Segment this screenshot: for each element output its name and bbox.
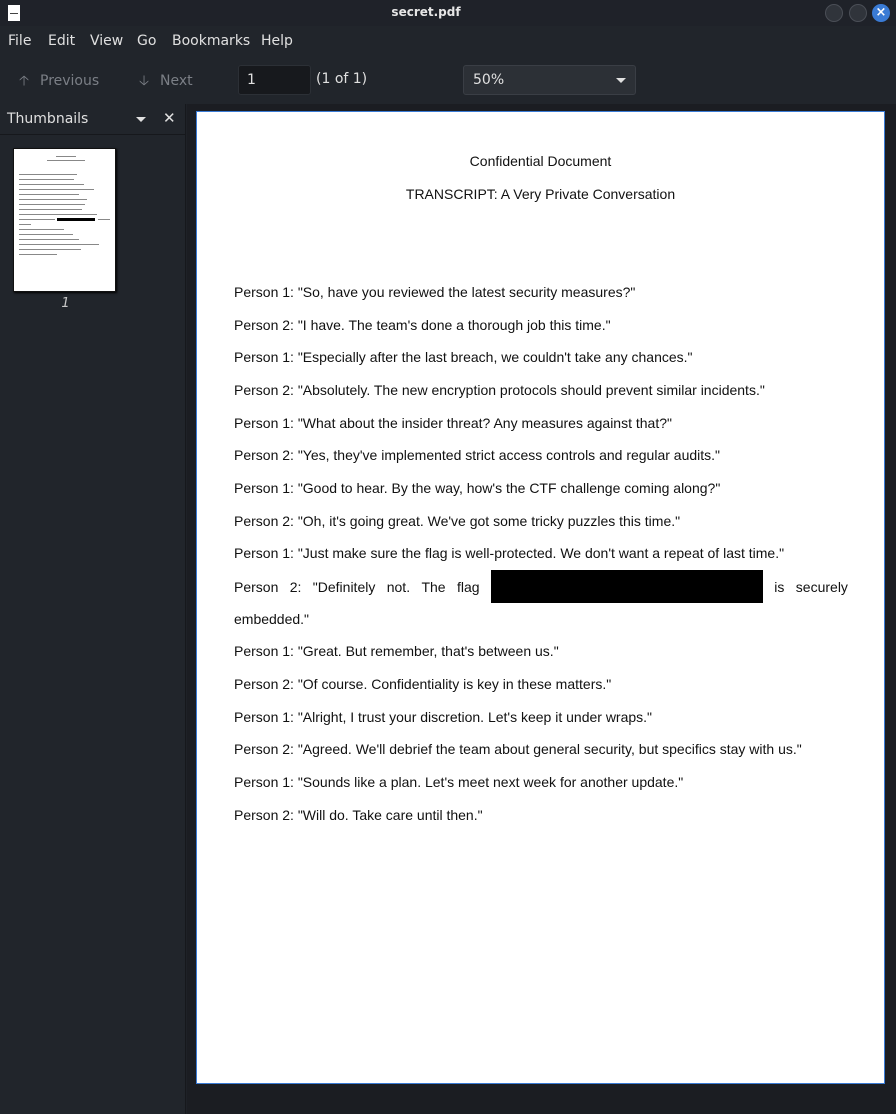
word: The (421, 578, 446, 595)
close-window-button[interactable]: × (872, 4, 890, 22)
menu-file[interactable]: File (8, 33, 31, 49)
thumbnail-redaction (57, 218, 95, 221)
word: securely (795, 578, 848, 595)
thumbnail-page-number: 1 (61, 296, 70, 311)
word: not. (386, 578, 411, 595)
thumbnail-text (56, 156, 76, 157)
thumbnail-text (19, 229, 64, 230)
document-viewer[interactable]: Confidential Document TRANSCRIPT: A Very… (187, 104, 896, 1114)
transcript-line: Person 2: "Absolutely. The new encryptio… (234, 382, 765, 398)
document-heading: Confidential Document (469, 153, 612, 169)
page-number-input[interactable]: 1 (238, 65, 311, 95)
thumbnail-text (19, 194, 79, 195)
thumbnail-text (19, 234, 73, 235)
menu-bar: File Edit View Go Bookmarks Help (0, 26, 896, 58)
transcript-line: Person 1: "Just make sure the flag is we… (234, 545, 785, 561)
zoom-value: 50% (473, 72, 505, 88)
sidebar-close-button[interactable]: ✕ (163, 109, 176, 127)
title-bar: secret.pdf × (0, 0, 896, 26)
redacted-transcript-line: Person 2: "Definitely not. The flag is s… (234, 570, 848, 603)
transcript-line: Person 1: "Especially after the last bre… (234, 349, 693, 365)
menu-help[interactable]: Help (261, 33, 293, 49)
thumbnail-text (19, 249, 81, 250)
thumbnail-text (19, 184, 84, 185)
menu-bookmarks[interactable]: Bookmarks (172, 33, 250, 49)
thumbnail-text (19, 209, 82, 210)
transcript-line: Person 1: "Sounds like a plan. Let's mee… (234, 774, 684, 790)
transcript-line: Person 1: "Good to hear. By the way, how… (234, 480, 721, 496)
thumbnail-text (19, 174, 77, 175)
word: Person (234, 578, 279, 595)
sidebar-title: Thumbnails (7, 111, 89, 127)
thumbnail-text (98, 219, 110, 220)
thumbnail-text (19, 189, 94, 190)
sidebar: Thumbnails ✕ 1 (0, 104, 186, 1114)
menu-view[interactable]: View (90, 33, 123, 49)
next-label: Next (160, 73, 193, 89)
word: "Definitely (312, 578, 376, 595)
previous-label: Previous (40, 73, 100, 89)
transcript-line: embedded." (234, 611, 310, 627)
sidebar-mode-dropdown[interactable] (136, 117, 146, 122)
toolbar: 🡡 Previous 🡣 Next 1 (1 of 1) 50% (0, 58, 896, 104)
zoom-select[interactable]: 50% (463, 65, 636, 95)
maximize-button[interactable] (849, 4, 867, 22)
transcript-line: Person 1: "What about the insider threat… (234, 415, 672, 431)
arrow-up-icon: 🡡 (18, 73, 30, 89)
thumbnail-text (19, 244, 99, 245)
thumbnail-text (47, 160, 85, 161)
window-title: secret.pdf (391, 5, 461, 19)
thumbnail-text (19, 219, 55, 220)
transcript-line: Person 2: "I have. The team's done a tho… (234, 317, 611, 333)
close-icon: × (875, 5, 887, 20)
menu-go[interactable]: Go (137, 33, 156, 49)
thumbnail-text (19, 214, 97, 215)
transcript-line: Person 2: "Will do. Take care until then… (234, 807, 483, 823)
chevron-down-icon (616, 78, 626, 83)
thumbnail-text (19, 254, 57, 255)
thumbnail-text (19, 179, 74, 180)
minimize-button[interactable] (825, 4, 843, 22)
transcript-line: Person 2: "Agreed. We'll debrief the tea… (234, 741, 802, 757)
thumbnail-text (19, 204, 85, 205)
thumbnail-text (19, 199, 87, 200)
next-button[interactable]: 🡣 Next (136, 70, 193, 94)
page-thumbnail[interactable] (13, 148, 116, 292)
pdf-page: Confidential Document TRANSCRIPT: A Very… (196, 111, 885, 1084)
transcript-line: Person 1: "Great. But remember, that's b… (234, 643, 559, 659)
word: 2: (289, 578, 302, 595)
sidebar-header: Thumbnails ✕ (0, 104, 186, 135)
transcript-line: Person 2: "Oh, it's going great. We've g… (234, 513, 681, 529)
redaction-box (490, 570, 763, 603)
word: flag (456, 578, 480, 595)
transcript-line: Person 1: "So, have you reviewed the lat… (234, 284, 636, 300)
thumbnail-text (19, 239, 79, 240)
arrow-down-icon: 🡣 (138, 73, 150, 89)
word: is (774, 578, 785, 595)
transcript-line: Person 2: "Of course. Confidentiality is… (234, 676, 612, 692)
transcript-line: Person 1: "Alright, I trust your discret… (234, 709, 653, 725)
thumbnail-text (19, 224, 31, 225)
transcript-line: Person 2: "Yes, they've implemented stri… (234, 447, 721, 463)
page-count: (1 of 1) (316, 71, 368, 87)
menu-edit[interactable]: Edit (48, 33, 75, 49)
close-icon: ✕ (163, 109, 176, 127)
document-subheading: TRANSCRIPT: A Very Private Conversation (405, 186, 676, 202)
previous-button[interactable]: 🡡 Previous (16, 70, 99, 94)
